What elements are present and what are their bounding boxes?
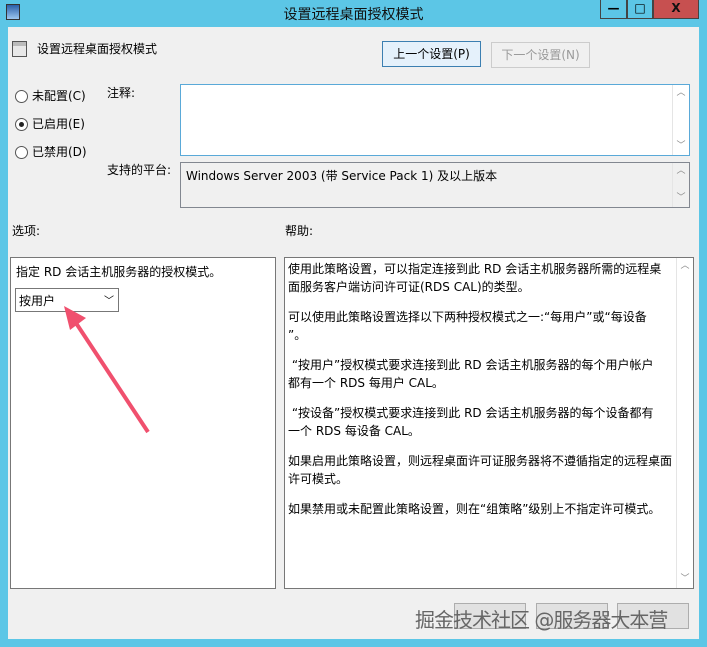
watermark: 掘金技术社区 @服务器大本营 (415, 608, 668, 632)
annotation-arrow (64, 306, 150, 434)
arrow-head-icon (64, 306, 86, 330)
arrow-shaft (72, 318, 150, 434)
